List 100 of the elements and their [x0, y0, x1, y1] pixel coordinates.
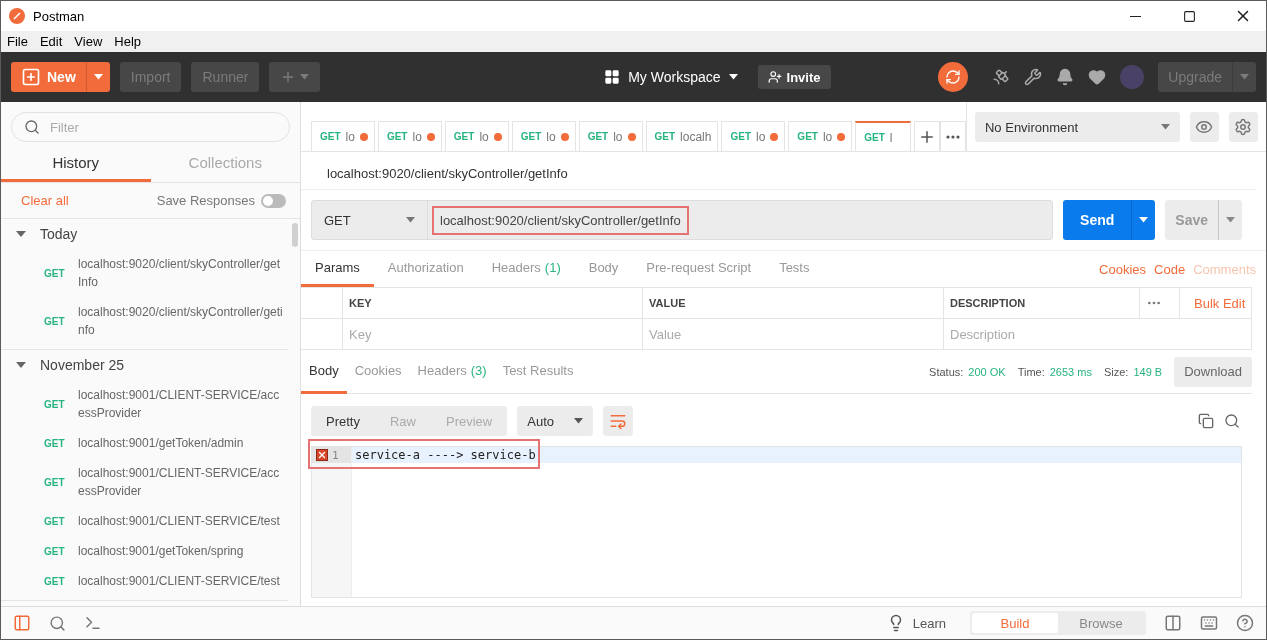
response-tab[interactable]: Body — [301, 349, 347, 394]
tab-title: lo — [613, 129, 623, 144]
method-label: GET — [44, 398, 66, 410]
history-item[interactable]: localhost:9001/CLIENT-SERVICE/accessProvider — [78, 386, 283, 422]
request-link[interactable]: Code — [1154, 261, 1186, 277]
history-item[interactable]: localhost:9001/CLIENT-SERVICE/test — [78, 512, 283, 530]
mode-toggle[interactable]: Browse — [1058, 613, 1144, 633]
menu-item[interactable]: File — [1, 34, 34, 49]
minimize-icon — [1129, 15, 1141, 17]
request-tab[interactable]: GET localh — [645, 121, 719, 151]
learn-button[interactable]: Learn — [880, 613, 952, 633]
menu-item[interactable]: Edit — [33, 34, 69, 49]
request-tab[interactable]: GET lo — [444, 121, 509, 151]
method-label: GET — [453, 131, 475, 142]
status-value: 2653 ms — [1049, 365, 1092, 378]
environment-dropdown[interactable]: No Environment — [975, 112, 1180, 142]
mode-toggle[interactable]: Build — [972, 613, 1058, 633]
response-tab[interactable]: Headers (3) — [409, 349, 495, 394]
more-icon — [946, 134, 961, 139]
caret-icon — [406, 217, 415, 223]
method-label: GET — [44, 545, 66, 557]
sync-icon[interactable] — [938, 62, 969, 92]
status-label: Size: — [1103, 365, 1129, 378]
request-subtab[interactable]: Headers (1) — [477, 251, 575, 287]
request-subtab[interactable]: Authorization — [373, 251, 478, 287]
request-tab[interactable]: GET lo — [578, 121, 643, 151]
request-title: localhost:9020/client/skyController/getInfo — [301, 152, 1256, 190]
method-dropdown[interactable]: GET — [312, 201, 428, 239]
satellite-icon[interactable] — [992, 68, 1011, 86]
search-icon[interactable] — [49, 614, 66, 632]
eye-icon[interactable] — [1189, 112, 1219, 142]
history-item[interactable]: localhost:9020/client/skyController/getInfo — [78, 255, 283, 291]
bulk-edit-link[interactable]: Bulk Edit — [1194, 295, 1246, 311]
scrollbar-thumb[interactable] — [292, 223, 298, 247]
history-item[interactable]: localhost:9020/client/skyController/getinfo — [78, 303, 283, 339]
request-tab[interactable]: GET l — [855, 121, 912, 151]
request-subtab[interactable]: Body — [574, 251, 633, 287]
caret-icon — [1160, 124, 1170, 130]
method-label: GET — [520, 131, 542, 142]
menu-item[interactable]: View — [68, 34, 109, 49]
wrench-icon[interactable] — [1024, 68, 1043, 86]
response-tab[interactable]: Test Results — [494, 349, 582, 394]
menu-item[interactable]: Help — [108, 34, 148, 49]
filter-field[interactable]: Filter — [11, 112, 290, 142]
new-window-button[interactable] — [269, 62, 321, 92]
format-dropdown[interactable]: Auto — [517, 406, 593, 436]
request-tab[interactable]: GET lo — [311, 121, 375, 151]
sidebar-tab[interactable]: History — [1, 148, 151, 182]
request-tab[interactable]: GET lo — [721, 121, 786, 151]
bell-icon[interactable] — [1056, 68, 1075, 86]
request-tab[interactable]: GET lo — [511, 121, 576, 151]
settings-icon[interactable] — [1228, 112, 1258, 142]
new-tab-button[interactable] — [914, 121, 941, 151]
console-icon[interactable] — [84, 614, 102, 632]
history-group-title: Today — [40, 226, 78, 242]
history-item[interactable]: localhost:9001/CLIENT-SERVICE/accessProvider — [78, 464, 283, 500]
heart-icon[interactable] — [1088, 68, 1107, 86]
method-label: GET — [44, 437, 66, 449]
expand-caret-icon[interactable] — [16, 362, 26, 368]
caret-icon — [1226, 217, 1235, 223]
request-subtab[interactable]: Tests — [765, 251, 824, 287]
expand-caret-icon[interactable] — [16, 231, 26, 237]
method-label: GET — [797, 131, 818, 142]
app-logo-icon — [9, 8, 25, 24]
status-value: 200 OK — [968, 365, 1006, 378]
caret-icon — [1240, 74, 1249, 80]
method-label: GET — [44, 476, 66, 488]
invite-button[interactable]: Invite — [757, 65, 831, 89]
history-group-title: November 25 — [40, 357, 125, 373]
two-pane-icon[interactable] — [1164, 614, 1182, 632]
request-tab[interactable]: GET lo — [377, 121, 442, 151]
tab-title: lo — [412, 129, 422, 144]
tab-title: lo — [479, 129, 489, 144]
history-item[interactable]: localhost:9001/getToken/spring — [78, 542, 283, 560]
tab-title: lo — [822, 129, 833, 144]
plus-icon — [21, 67, 41, 87]
tab-title: l — [889, 130, 893, 145]
method-label: GET — [44, 267, 66, 279]
wrap-lines-icon[interactable] — [603, 406, 633, 436]
grid-icon — [604, 69, 621, 85]
response-tab[interactable]: Cookies — [346, 349, 410, 394]
download-button[interactable]: Download — [1174, 356, 1252, 387]
copy-icon[interactable] — [1198, 413, 1214, 429]
save-responses-toggle[interactable] — [261, 193, 286, 208]
view-mode-button[interactable]: Pretty — [311, 406, 375, 436]
url-field[interactable]: localhost:9020/client/skyController/getInfo — [432, 205, 689, 235]
request-subtab[interactable]: Pre-request Script — [632, 251, 766, 287]
clear-all-link[interactable]: Clear all — [21, 193, 69, 208]
request-link[interactable]: Cookies — [1099, 261, 1147, 277]
history-item[interactable]: localhost:9001/getToken/admin — [78, 434, 283, 452]
request-subtab[interactable]: Params — [301, 251, 374, 287]
keyboard-icon[interactable] — [1200, 614, 1218, 632]
help-icon[interactable] — [1236, 614, 1254, 632]
request-tab[interactable]: GET lo — [788, 121, 853, 151]
sidebar-toggle-icon[interactable] — [13, 614, 31, 632]
history-item[interactable]: localhost:9001/CLIENT-SERVICE/test — [78, 572, 283, 590]
workspace-dropdown[interactable]: My Workspace — [598, 68, 744, 86]
filter-field[interactable]: Filter — [48, 118, 277, 136]
column-header: KEY — [343, 288, 643, 318]
search-icon[interactable] — [1224, 413, 1240, 429]
